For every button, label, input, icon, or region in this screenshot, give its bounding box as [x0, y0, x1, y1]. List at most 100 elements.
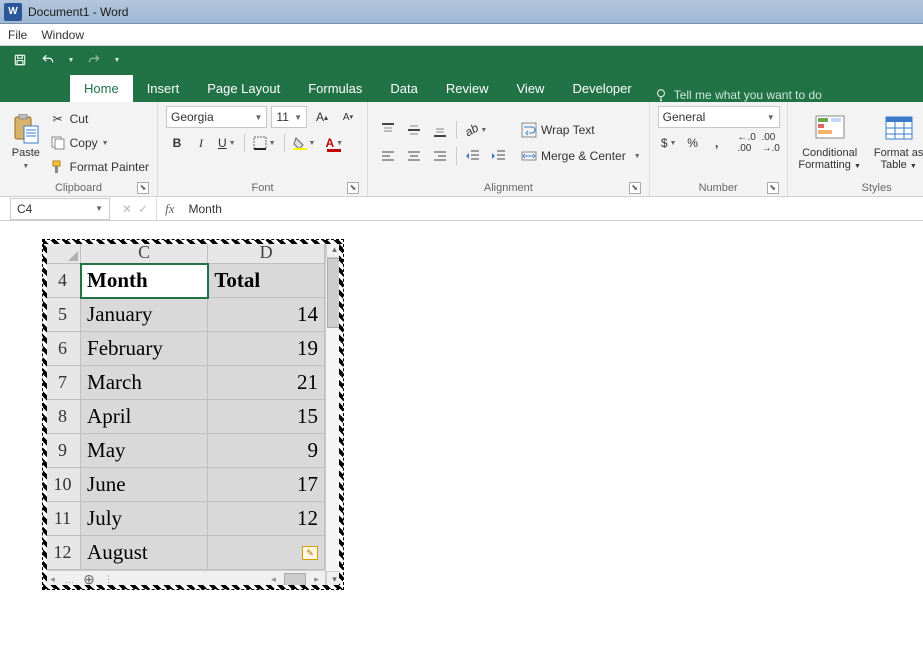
qat-customize[interactable]: ▼: [112, 50, 122, 70]
menu-window[interactable]: Window: [41, 28, 84, 42]
tab-developer[interactable]: Developer: [558, 75, 645, 102]
cell-d8[interactable]: 15: [208, 400, 325, 434]
tab-insert[interactable]: Insert: [133, 75, 194, 102]
format-painter-button[interactable]: Format Painter: [50, 156, 149, 178]
alignment-launcher[interactable]: ⬊: [629, 182, 641, 194]
cell-d10[interactable]: 17: [208, 468, 325, 502]
cell-c6[interactable]: February: [81, 332, 208, 366]
row-header[interactable]: 8: [45, 400, 81, 434]
font-launcher[interactable]: ⬊: [347, 182, 359, 194]
cell-d11[interactable]: 12: [208, 502, 325, 536]
align-right-button[interactable]: [428, 145, 452, 167]
hscroll-thumb[interactable]: [284, 573, 306, 587]
vscroll-down[interactable]: ▾: [326, 571, 343, 588]
decrease-indent-button[interactable]: [461, 145, 485, 167]
cell-d12[interactable]: ✎: [208, 536, 325, 570]
save-button[interactable]: [10, 50, 30, 70]
align-center-button[interactable]: [402, 145, 426, 167]
cell-d4[interactable]: Total: [208, 264, 325, 298]
font-color-button[interactable]: A▼: [321, 132, 347, 154]
row-header[interactable]: 4: [45, 264, 81, 298]
cell-c12[interactable]: August: [81, 536, 208, 570]
row-header[interactable]: 10: [45, 468, 81, 502]
italic-button[interactable]: I: [190, 132, 212, 154]
tab-formulas[interactable]: Formulas: [294, 75, 376, 102]
orientation-button[interactable]: ab▼: [461, 119, 491, 141]
font-size-combo[interactable]: 11▼: [271, 106, 307, 128]
cell-c5[interactable]: January: [81, 298, 208, 332]
decrease-font-button[interactable]: A▾: [337, 106, 359, 128]
bold-button[interactable]: B: [166, 132, 188, 154]
cell-c10[interactable]: June: [81, 468, 208, 502]
redo-button[interactable]: [84, 50, 104, 70]
vscroll-up[interactable]: ▴: [326, 241, 343, 258]
fill-color-button[interactable]: ▼: [289, 132, 320, 154]
new-sheet-button[interactable]: ⊕: [78, 571, 100, 588]
row-header[interactable]: 7: [45, 366, 81, 400]
align-bottom-button[interactable]: [428, 119, 452, 141]
tab-page-layout[interactable]: Page Layout: [193, 75, 294, 102]
row-header[interactable]: 5: [45, 298, 81, 332]
align-middle-button[interactable]: [402, 119, 426, 141]
row-header[interactable]: 9: [45, 434, 81, 468]
sheet-nav-prev[interactable]: …: [61, 571, 78, 588]
align-top-button[interactable]: [376, 119, 400, 141]
increase-decimal-button[interactable]: ←.0.00: [736, 132, 758, 154]
cell-d6[interactable]: 19: [208, 332, 325, 366]
tell-me-search[interactable]: Tell me what you want to do: [654, 88, 822, 102]
row-header[interactable]: 11: [45, 502, 81, 536]
sheet-nav-first[interactable]: ◂: [44, 571, 61, 588]
row-header[interactable]: 6: [45, 332, 81, 366]
cell-c11[interactable]: July: [81, 502, 208, 536]
number-format-combo[interactable]: General▼: [658, 106, 780, 128]
vscroll-thumb[interactable]: [327, 258, 341, 328]
cell-d5[interactable]: 14: [208, 298, 325, 332]
cell-d7[interactable]: 21: [208, 366, 325, 400]
formula-cancel-icon[interactable]: ✕: [122, 202, 132, 216]
tab-review[interactable]: Review: [432, 75, 503, 102]
wrap-text-button[interactable]: Wrap Text: [521, 119, 641, 141]
format-as-table-button[interactable]: Format asTable ▼: [870, 106, 923, 180]
borders-button[interactable]: ▼: [249, 132, 280, 154]
cell-c9[interactable]: May: [81, 434, 208, 468]
decrease-decimal-button[interactable]: .00→.0: [760, 132, 782, 154]
conditional-formatting-button[interactable]: ConditionalFormatting ▼: [796, 106, 864, 180]
col-header-d[interactable]: D: [208, 242, 325, 264]
comma-format-button[interactable]: ,: [706, 132, 728, 154]
increase-indent-button[interactable]: [487, 145, 511, 167]
font-name-combo[interactable]: Georgia▼: [166, 106, 267, 128]
hscroll-left[interactable]: ◂: [265, 571, 282, 588]
cut-button[interactable]: ✂ Cut: [50, 108, 149, 130]
paste-button[interactable]: Paste▼: [8, 106, 44, 180]
tab-home[interactable]: Home: [70, 75, 133, 102]
embedded-object[interactable]: C D 4 Month Total 5 January 14 6 Februar…: [42, 239, 344, 590]
accounting-format-button[interactable]: $▼: [658, 132, 680, 154]
name-box[interactable]: C4▼: [10, 198, 110, 220]
formula-enter-icon[interactable]: ✓: [138, 202, 148, 216]
formula-input[interactable]: Month: [183, 202, 923, 216]
worksheet[interactable]: C D 4 Month Total 5 January 14 6 Februar…: [44, 241, 325, 588]
align-left-button[interactable]: [376, 145, 400, 167]
row-header[interactable]: 12: [45, 536, 81, 570]
underline-button[interactable]: U▼: [214, 132, 240, 154]
merge-center-button[interactable]: Merge & Center ▼: [521, 145, 641, 167]
cell-c8[interactable]: April: [81, 400, 208, 434]
copy-button[interactable]: Copy ▼: [50, 132, 149, 154]
cell-c7[interactable]: March: [81, 366, 208, 400]
number-launcher[interactable]: ⬊: [767, 182, 779, 194]
grid[interactable]: C D 4 Month Total 5 January 14 6 Februar…: [44, 241, 325, 570]
tab-data[interactable]: Data: [376, 75, 431, 102]
undo-dropdown[interactable]: ▼: [66, 50, 76, 70]
fx-icon[interactable]: fx: [165, 201, 174, 217]
increase-font-button[interactable]: A▴: [311, 106, 333, 128]
percent-format-button[interactable]: %: [682, 132, 704, 154]
col-header-c[interactable]: C: [81, 242, 208, 264]
tab-view[interactable]: View: [503, 75, 559, 102]
hscroll-right[interactable]: ▸: [308, 571, 325, 588]
select-all-corner[interactable]: [45, 242, 81, 264]
undo-button[interactable]: [38, 50, 58, 70]
cell-d9[interactable]: 9: [208, 434, 325, 468]
menu-file[interactable]: File: [8, 28, 27, 42]
clipboard-launcher[interactable]: ⬊: [137, 182, 149, 194]
cell-c4[interactable]: Month: [81, 264, 208, 298]
